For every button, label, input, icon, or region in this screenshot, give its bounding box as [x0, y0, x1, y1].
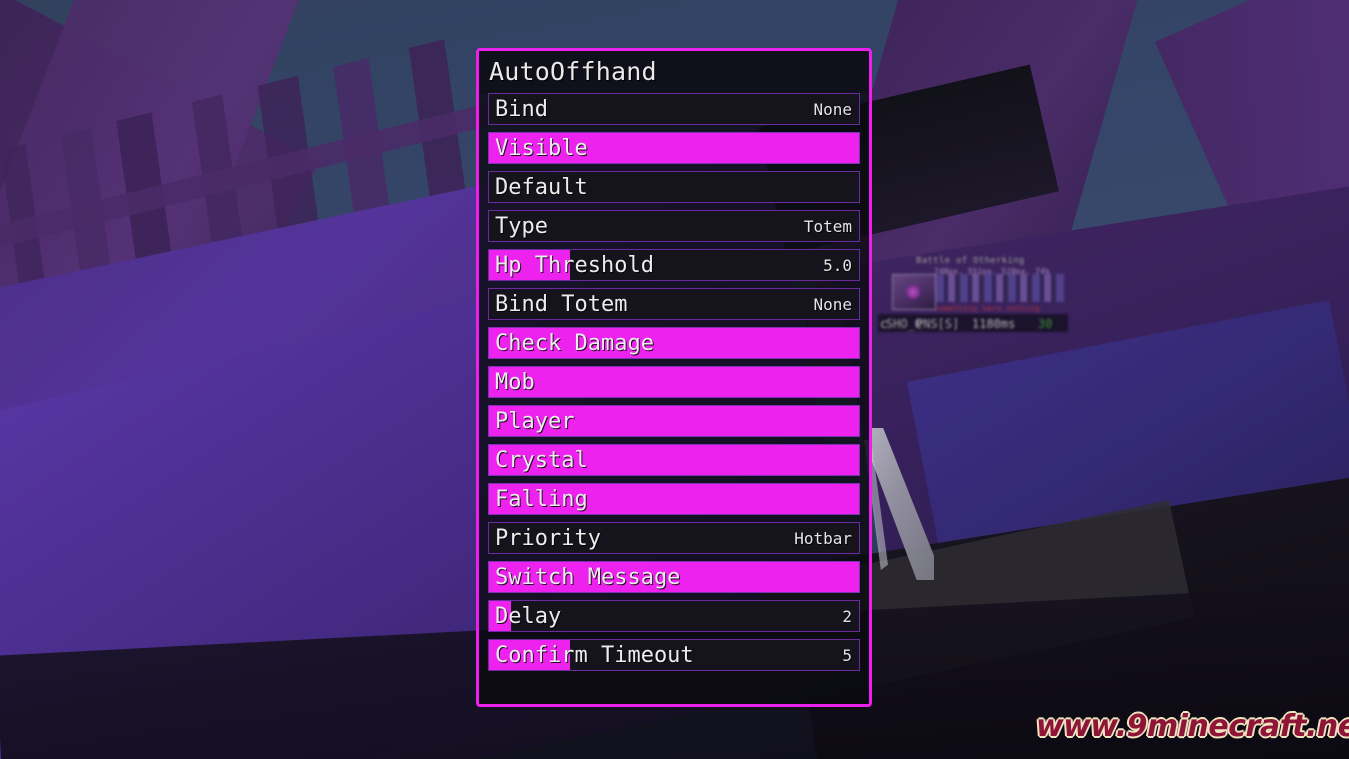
bg-hud-status-part4: 1180ms: [972, 317, 1016, 331]
setting-label: Priority: [495, 525, 601, 551]
setting-row[interactable]: Default: [488, 171, 860, 203]
setting-row[interactable]: Player: [488, 405, 860, 437]
setting-row[interactable]: Type Totem: [488, 210, 860, 242]
site-watermark: www.9minecraft.net: [1036, 709, 1349, 744]
setting-row[interactable]: Bind Totem None: [488, 288, 860, 320]
setting-value: 5: [842, 645, 852, 665]
setting-label: Falling: [495, 486, 588, 512]
setting-label: Delay: [495, 603, 562, 629]
setting-row[interactable]: Switch Message: [488, 561, 860, 593]
setting-value: Totem: [803, 216, 852, 236]
setting-row[interactable]: Falling: [488, 483, 860, 515]
setting-label: Switch Message: [495, 564, 681, 590]
bg-hud-icon: [892, 274, 936, 310]
setting-label: Bind: [495, 96, 548, 122]
setting-row[interactable]: Check Damage: [488, 327, 860, 359]
setting-row[interactable]: Mob: [488, 366, 860, 398]
setting-row[interactable]: Delay 2: [488, 600, 860, 632]
setting-label: Mob: [495, 369, 535, 395]
setting-label: Bind Totem: [495, 291, 628, 317]
setting-label: Confirm Timeout: [495, 642, 694, 668]
setting-value: None: [813, 99, 852, 119]
setting-value: Hotbar: [794, 528, 852, 548]
setting-label: Default: [495, 174, 588, 200]
settings-row-list: Bind None Visible Default Type Totem Hp Thresh…: [479, 93, 869, 684]
game-screen: Battle of Otherking 748px, 551px, 528px,…: [0, 0, 1349, 759]
setting-row[interactable]: Priority Hotbar: [488, 522, 860, 554]
bg-hud-bars: [936, 274, 1064, 302]
background-hud-widget: Battle of Otherking 748px, 551px, 528px,…: [878, 256, 1068, 336]
setting-label: Hp Threshold: [495, 252, 654, 278]
panel-title: AutoOffhand: [479, 51, 869, 93]
bg-hud-title: Battle of Otherking: [916, 256, 1025, 266]
setting-value: 5.0: [823, 255, 852, 275]
setting-label: Check Damage: [495, 330, 654, 356]
setting-row[interactable]: Crystal: [488, 444, 860, 476]
setting-row[interactable]: Bind None: [488, 93, 860, 125]
bg-hud-red-text: something here nothing: [934, 304, 1040, 313]
setting-label: Type: [495, 213, 548, 239]
setting-value: 2: [842, 606, 852, 626]
bg-hud-status-line: c SHO_Q PNS[S] 1180ms 30: [878, 314, 1068, 332]
setting-row[interactable]: Confirm Timeout 5: [488, 639, 860, 671]
setting-row[interactable]: Hp Threshold 5.0: [488, 249, 860, 281]
setting-value: None: [813, 294, 852, 314]
setting-row[interactable]: Visible: [488, 132, 860, 164]
bg-hud-status-part3: PNS[S]: [916, 317, 960, 331]
setting-label: Player: [495, 408, 575, 434]
setting-label: Crystal: [495, 447, 588, 473]
setting-label: Visible: [495, 135, 588, 161]
module-settings-panel[interactable]: AutoOffhand Bind None Visible Default Type To…: [476, 48, 872, 707]
bg-hud-status-part5: 30: [1038, 317, 1053, 331]
